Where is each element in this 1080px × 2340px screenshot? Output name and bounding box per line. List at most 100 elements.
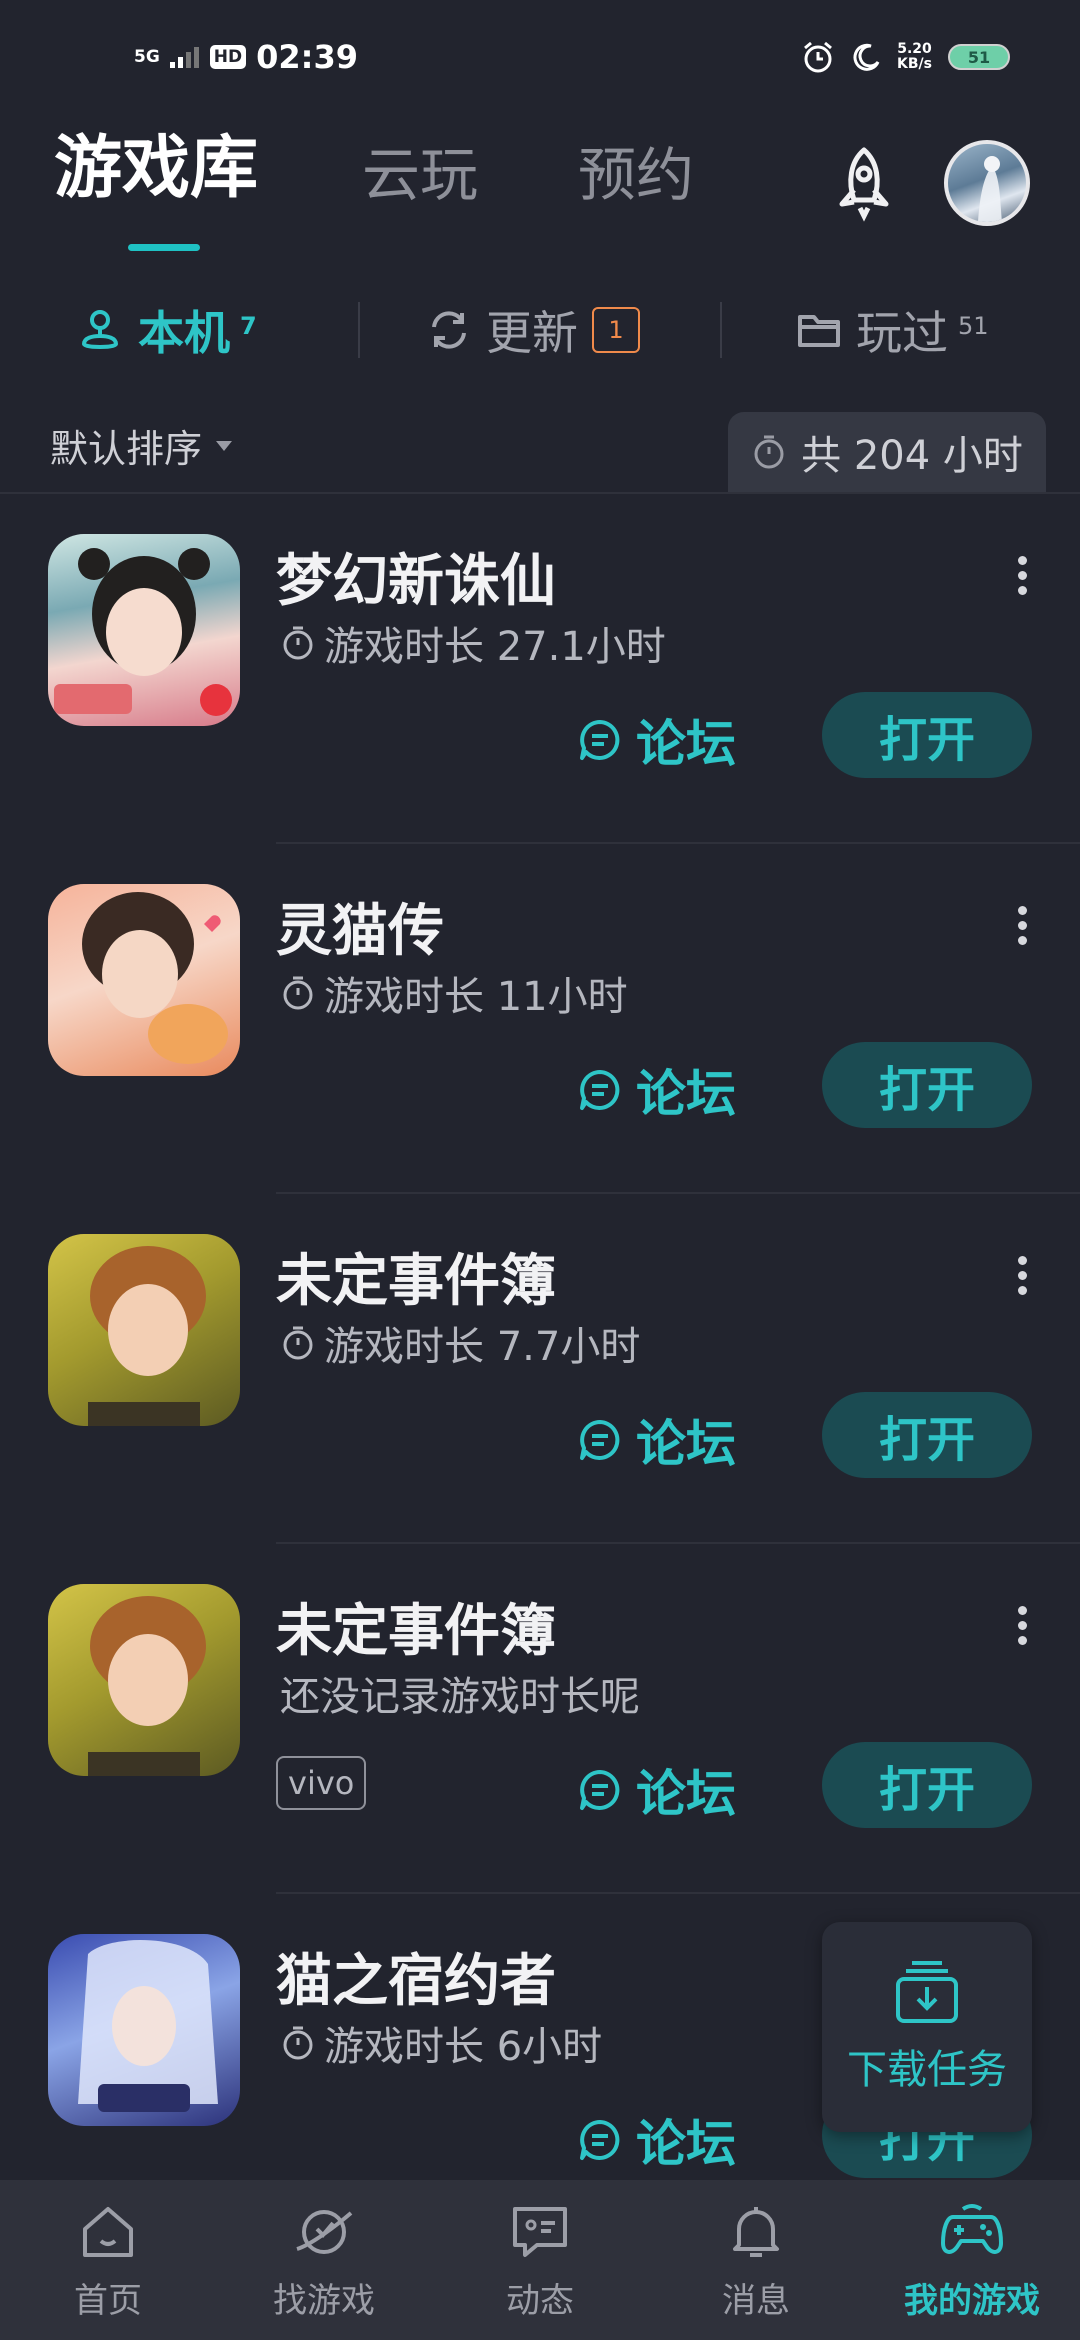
nav-home[interactable]: 首页 [0, 2180, 216, 2340]
open-button[interactable]: 打开 [822, 1392, 1032, 1478]
forum-label: 论坛 [636, 2115, 736, 2173]
sub-tabs: 本机 7 更新 1 玩过 51 [0, 290, 1080, 370]
nav-my-games-label: 我的游戏 [904, 2280, 1040, 2321]
game-playtime-text: 游戏时长 11小时 [324, 974, 628, 1020]
forum-label: 论坛 [636, 715, 736, 773]
forum-button[interactable]: 论坛 [576, 1404, 736, 1476]
download-tasks-label: 下载任务 [847, 2047, 1007, 2093]
timer-icon [283, 626, 313, 660]
nav-feed-label: 动态 [506, 2280, 574, 2321]
gamepad-icon [941, 2203, 1003, 2254]
game-icon[interactable] [48, 1584, 240, 1776]
net-speed-unit: KB/s [897, 56, 932, 72]
game-icon[interactable] [48, 1934, 240, 2126]
update-count-badge: 1 [592, 307, 640, 353]
forum-icon [580, 1770, 620, 1810]
open-button[interactable]: 打开 [822, 1742, 1032, 1828]
moon-icon [853, 43, 880, 71]
alarm-icon [804, 41, 832, 73]
download-tray-icon [896, 1961, 958, 2023]
home-icon [83, 2206, 133, 2257]
subtab-played[interactable]: 玩过 51 [796, 290, 989, 370]
game-title: 未定事件簿 [276, 1599, 556, 1664]
game-row: 灵猫传 游戏时长 11小时 论坛 打开 [0, 844, 1080, 1194]
tab-game-library[interactable]: 游戏库 [54, 134, 258, 204]
forum-icon [580, 1420, 620, 1460]
subtab-played-count: 51 [958, 312, 989, 340]
status-bar: 5G HD 02:39 5.20 KB/s 51 [0, 0, 1080, 110]
divider [358, 302, 360, 358]
timer-icon [283, 1326, 313, 1360]
chat-icon [513, 2206, 567, 2257]
forum-button[interactable]: 论坛 [576, 1054, 736, 1126]
forum-label: 论坛 [636, 1765, 736, 1823]
status-right: 5.20 KB/s 51 [801, 40, 1010, 74]
nav-discover-label: 找游戏 [273, 2280, 375, 2321]
more-options-icon[interactable] [1012, 906, 1032, 946]
nav-feed[interactable]: 动态 [432, 2180, 648, 2340]
game-icon[interactable] [48, 1234, 240, 1426]
battery-indicator: 51 [948, 44, 1010, 70]
game-title: 梦幻新诛仙 [276, 549, 556, 614]
more-options-icon[interactable] [1012, 1256, 1032, 1296]
forum-label: 论坛 [636, 1415, 736, 1473]
nav-messages-label: 消息 [722, 2280, 790, 2321]
game-playtime: 还没记录游戏时长呢 [280, 1664, 640, 1722]
active-tab-indicator [128, 244, 200, 251]
network-indicator: 5G [134, 46, 160, 67]
game-artwork [88, 1596, 206, 1776]
download-tasks-button[interactable]: 下载任务 [822, 1922, 1032, 2132]
user-avatar[interactable] [944, 140, 1030, 226]
subtab-played-label: 玩过 [856, 306, 948, 360]
subtab-local-label: 本机 [138, 306, 230, 360]
refresh-icon [432, 311, 466, 349]
signal-icon [169, 47, 199, 68]
game-playtime-text: 游戏时长 27.1小时 [324, 624, 666, 670]
more-options-icon[interactable] [1012, 1606, 1032, 1646]
subtab-local[interactable]: 本机 7 [76, 290, 257, 370]
bottom-nav: 首页 找游戏 动态 消息 我的游戏 [0, 2180, 1080, 2340]
subtab-local-count: 7 [240, 312, 257, 340]
net-speed-value: 5.20 [897, 41, 932, 57]
open-button[interactable]: 打开 [822, 1042, 1032, 1128]
game-playtime: 游戏时长 11小时 [280, 964, 628, 1022]
game-title: 灵猫传 [276, 899, 444, 964]
rocket-icon[interactable] [826, 146, 902, 222]
game-row: 未定事件簿 还没记录游戏时长呢 vivo 论坛 打开 [0, 1544, 1080, 1894]
forum-icon [580, 1070, 620, 1110]
subtab-update-label: 更新 [486, 306, 578, 360]
game-playtime: 游戏时长 6小时 [280, 2014, 602, 2072]
game-icon[interactable] [48, 884, 240, 1076]
status-time: 02:39 [256, 38, 358, 76]
game-artwork [78, 1940, 218, 2112]
net-speed: 5.20 KB/s [897, 42, 932, 72]
folder-icon [798, 315, 840, 347]
avatar-image [978, 156, 1002, 222]
forum-button[interactable]: 论坛 [576, 2104, 736, 2176]
subtab-update[interactable]: 更新 1 [426, 290, 640, 370]
divider [720, 302, 722, 358]
hd-badge: HD [209, 45, 247, 69]
status-left: 5G HD 02:39 [134, 38, 358, 76]
forum-icon [580, 2120, 620, 2160]
total-playtime-label: 共 204 小时 [801, 433, 1023, 479]
tab-reservation[interactable]: 预约 [578, 140, 694, 210]
nav-discover[interactable]: 找游戏 [216, 2180, 432, 2340]
open-button[interactable]: 打开 [822, 692, 1032, 778]
timer-icon [283, 2026, 313, 2060]
sort-label: 默认排序 [50, 427, 203, 471]
planet-icon [296, 2209, 353, 2254]
sort-dropdown[interactable]: 默认排序 [50, 418, 233, 473]
timer-icon [754, 435, 784, 469]
game-title: 未定事件簿 [276, 1249, 556, 1314]
game-icon[interactable] [48, 534, 240, 726]
caret-down-icon [216, 440, 233, 451]
game-playtime: 游戏时长 7.7小时 [280, 1314, 640, 1372]
forum-button[interactable]: 论坛 [576, 1754, 736, 1826]
nav-my-games[interactable]: 我的游戏 [864, 2180, 1080, 2340]
game-row: 未定事件簿 游戏时长 7.7小时 论坛 打开 [0, 1194, 1080, 1544]
forum-button[interactable]: 论坛 [576, 704, 736, 776]
nav-messages[interactable]: 消息 [648, 2180, 864, 2340]
more-options-icon[interactable] [1012, 556, 1032, 596]
tab-cloud-play[interactable]: 云玩 [362, 140, 478, 210]
